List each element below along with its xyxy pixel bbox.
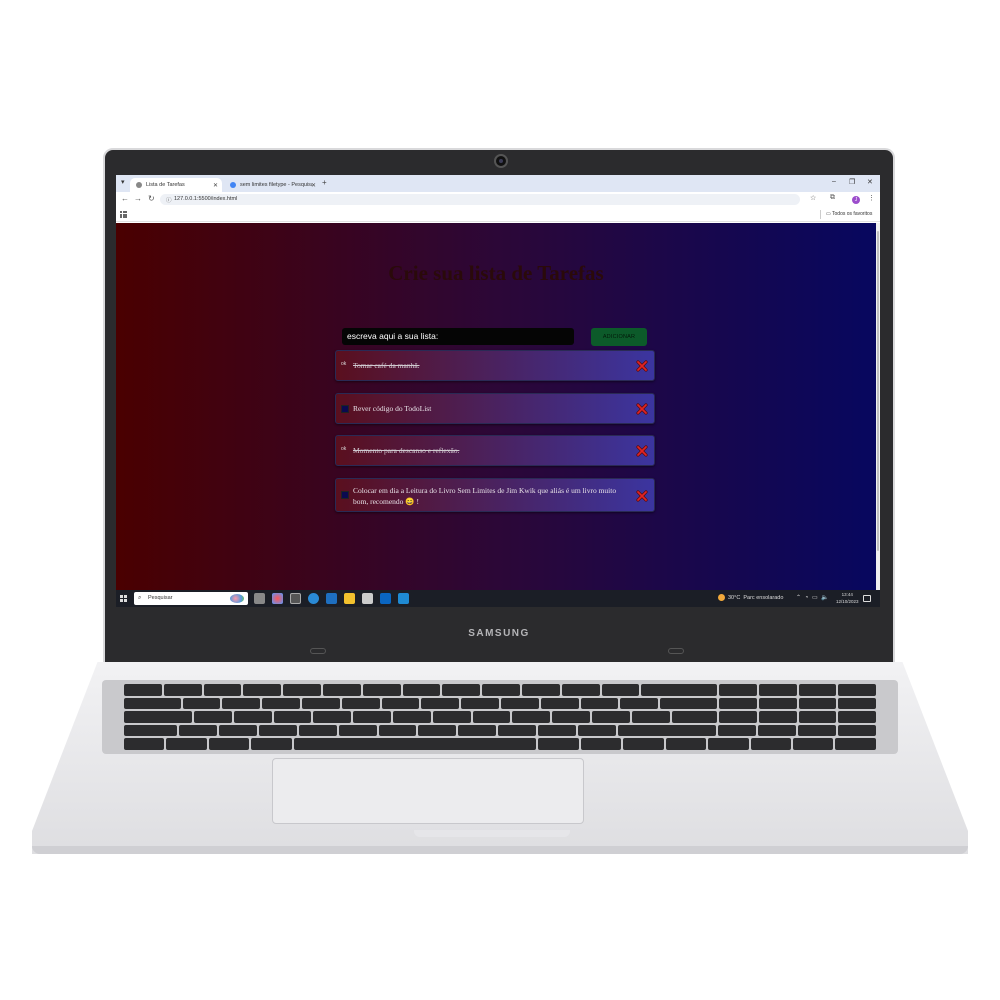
edge-icon[interactable] bbox=[308, 593, 319, 604]
tab-label: sem limites filetype - Pesquisa bbox=[240, 182, 312, 188]
profile-avatar[interactable]: J bbox=[852, 196, 860, 204]
tab-pesquisa[interactable]: sem limites filetype - Pesquisa ✕ bbox=[224, 178, 320, 192]
task-text: Colocar em dia a Leitura do Livro Sem Li… bbox=[353, 486, 617, 506]
address-bar[interactable]: 127.0.0.1:5500/index.html bbox=[160, 194, 800, 205]
bookmarks-bar: ▭ Todos os favoritos bbox=[116, 207, 880, 222]
hinge-mark-left bbox=[310, 648, 326, 654]
system-tray-icons[interactable]: ⌃ ◔ ▭ 🔈 bbox=[796, 594, 830, 601]
bookmark-folder-label: Todos os favoritos bbox=[832, 211, 873, 217]
bookmark-star-icon[interactable]: ☆ bbox=[810, 194, 816, 202]
task-item: ok Tomar café da manhã. bbox=[335, 350, 655, 381]
maximize-icon[interactable]: ❐ bbox=[849, 178, 855, 186]
clock-time: 13:44 bbox=[841, 592, 853, 597]
notification-icon[interactable] bbox=[863, 595, 871, 602]
task-text: Tomar café da manhã. bbox=[353, 361, 420, 370]
browser-toolbar: ← → ↻ 127.0.0.1:5500/index.html ⓘ ☆ ⧉ J … bbox=[116, 192, 880, 207]
divider bbox=[820, 210, 821, 219]
check-ok-label[interactable]: ok bbox=[341, 361, 351, 369]
task-text: Rever código do TodoList bbox=[353, 404, 432, 413]
task-text: Momento para descanso e reflexão. bbox=[353, 446, 460, 455]
tab-strip: ▾ Lista de Tarefas ✕ sem limites filetyp… bbox=[116, 175, 880, 192]
task-item: ok Momento para descanso e reflexão. bbox=[335, 435, 655, 466]
webcam bbox=[494, 154, 508, 168]
screen: ▾ Lista de Tarefas ✕ sem limites filetyp… bbox=[116, 175, 880, 607]
search-highlight-image bbox=[230, 594, 244, 603]
clock-date: 12/10/2023 bbox=[836, 599, 859, 604]
tab-lista-de-tarefas[interactable]: Lista de Tarefas ✕ bbox=[130, 178, 222, 192]
site-info-icon[interactable]: ⓘ bbox=[166, 196, 172, 204]
extensions-icon[interactable]: ⧉ bbox=[830, 194, 835, 202]
linkedin-icon[interactable] bbox=[380, 593, 391, 604]
add-button[interactable]: ADICIONAR bbox=[591, 328, 647, 346]
delete-x-icon[interactable] bbox=[636, 403, 648, 415]
menu-icon[interactable]: ⋮ bbox=[868, 194, 875, 202]
sun-cloud-icon bbox=[718, 594, 725, 601]
copilot-icon[interactable] bbox=[272, 593, 283, 604]
windows-start-icon[interactable] bbox=[120, 595, 127, 602]
file-explorer-icon[interactable] bbox=[344, 593, 355, 604]
close-tab-icon[interactable]: ✕ bbox=[213, 182, 218, 189]
tab-label: Lista de Tarefas bbox=[146, 182, 185, 188]
search-icon: ⌕ bbox=[138, 595, 142, 601]
laptop-brand: SAMSUNG bbox=[468, 628, 530, 639]
tab-search-icon[interactable]: ▾ bbox=[121, 178, 125, 186]
back-icon[interactable]: ← bbox=[121, 194, 129, 203]
google-icon bbox=[230, 182, 236, 188]
keyboard bbox=[102, 680, 898, 754]
calendar-icon[interactable] bbox=[362, 593, 373, 604]
delete-x-icon[interactable] bbox=[636, 490, 648, 502]
page-scrollbar[interactable] bbox=[876, 223, 880, 590]
close-window-icon[interactable]: ✕ bbox=[867, 178, 873, 186]
todo-page: Crie sua lista de Tarefas escreva aqui a… bbox=[116, 223, 876, 590]
apps-grid-icon[interactable] bbox=[120, 211, 127, 218]
forward-icon[interactable]: → bbox=[134, 194, 142, 203]
reload-icon[interactable]: ↻ bbox=[148, 194, 155, 203]
taskbar-search[interactable]: ⌕ Pesquisar bbox=[134, 592, 248, 605]
task-item: Rever código do TodoList bbox=[335, 393, 655, 424]
task-view-icon[interactable] bbox=[254, 593, 265, 604]
minimize-icon[interactable]: – bbox=[832, 178, 836, 185]
task-input[interactable]: escreva aqui a sua lista: bbox=[342, 328, 574, 345]
store-icon[interactable] bbox=[326, 593, 337, 604]
touchpad bbox=[272, 758, 584, 824]
weather-temp: 30°C bbox=[728, 594, 741, 601]
vscode-icon[interactable] bbox=[398, 593, 409, 604]
weather-desc: Parc ensolarado bbox=[743, 594, 784, 601]
lid-notch bbox=[414, 830, 570, 837]
chrome-icon[interactable] bbox=[290, 593, 301, 604]
laptop-base-edge bbox=[32, 846, 968, 854]
new-tab-button[interactable]: + bbox=[322, 178, 327, 187]
bookmark-folder-all[interactable]: ▭ Todos os favoritos bbox=[826, 211, 872, 217]
checkbox[interactable] bbox=[341, 491, 349, 499]
windows-taskbar: ⌕ Pesquisar 30°C Parc ensolarado ⌃ ◔ ▭ 🔈… bbox=[116, 590, 880, 607]
taskbar-clock[interactable]: 13:44 12/10/2023 bbox=[836, 591, 859, 605]
weather-widget[interactable]: 30°C Parc ensolarado bbox=[718, 594, 783, 601]
page-title: Crie sua lista de Tarefas bbox=[388, 261, 604, 285]
checkbox[interactable] bbox=[341, 405, 349, 413]
taskbar-apps bbox=[254, 593, 409, 604]
delete-x-icon[interactable] bbox=[636, 360, 648, 372]
search-placeholder: Pesquisar bbox=[148, 595, 173, 601]
close-tab-icon[interactable]: ✕ bbox=[311, 182, 316, 189]
task-item: Colocar em dia a Leitura do Livro Sem Li… bbox=[335, 478, 655, 512]
globe-icon bbox=[136, 182, 142, 188]
delete-x-icon[interactable] bbox=[636, 445, 648, 457]
hinge-mark-right bbox=[668, 648, 684, 654]
check-ok-label[interactable]: ok bbox=[341, 446, 351, 454]
